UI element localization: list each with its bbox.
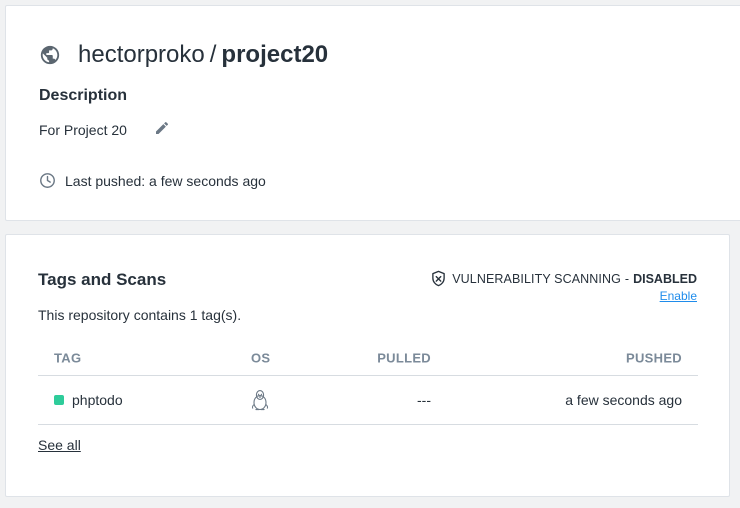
vulnerability-status: DISABLED <box>633 271 697 286</box>
vulnerability-label: VULNERABILITY SCANNING <box>452 271 621 286</box>
table-header: TAG OS PULLED PUSHED <box>38 340 698 376</box>
title-separator: / <box>209 41 217 68</box>
pencil-icon[interactable] <box>154 120 170 136</box>
repo-name: project20 <box>221 41 329 68</box>
last-pushed: Last pushed: a few seconds ago <box>39 172 266 189</box>
repo-owner[interactable]: hectorproko <box>78 40 205 70</box>
last-pushed-text: Last pushed: a few seconds ago <box>65 172 266 189</box>
see-all-link[interactable]: See all <box>38 437 81 453</box>
shield-x-icon <box>431 270 446 287</box>
vulnerability-dash: - <box>624 271 630 286</box>
linux-tux-icon <box>251 389 269 411</box>
clock-icon <box>39 172 56 189</box>
enable-scanning-link[interactable]: Enable <box>660 289 697 303</box>
tag-count-text: This repository contains 1 tag(s). <box>38 307 242 323</box>
column-header-tag: TAG <box>54 350 82 365</box>
tags-and-scans-card: Tags and Scans VULNERABILITY SCANNING - … <box>5 234 730 497</box>
vulnerability-scanning-status: VULNERABILITY SCANNING - DISABLED <box>431 270 697 287</box>
tag-cell: phptodo <box>54 392 123 408</box>
globe-icon <box>39 44 61 66</box>
column-header-pulled: PULLED <box>377 350 431 365</box>
table-row: phptodo --- a few seconds ago <box>38 376 698 425</box>
pulled-cell: --- <box>417 392 431 408</box>
description-text: For Project 20 <box>39 122 127 138</box>
tag-name-link[interactable]: phptodo <box>72 392 123 408</box>
tags-table: TAG OS PULLED PUSHED phptodo --- a few s… <box>38 340 698 425</box>
description-heading: Description <box>39 87 128 104</box>
column-header-pushed: PUSHED <box>626 350 682 365</box>
pushed-cell: a few seconds ago <box>565 392 682 408</box>
repo-title: hectorproko / project20 <box>39 40 328 70</box>
tag-status-dot <box>54 395 64 405</box>
repository-info-card: hectorproko / project20 Description For … <box>5 5 740 221</box>
tags-heading: Tags and Scans <box>38 270 167 289</box>
column-header-os: OS <box>251 350 271 365</box>
